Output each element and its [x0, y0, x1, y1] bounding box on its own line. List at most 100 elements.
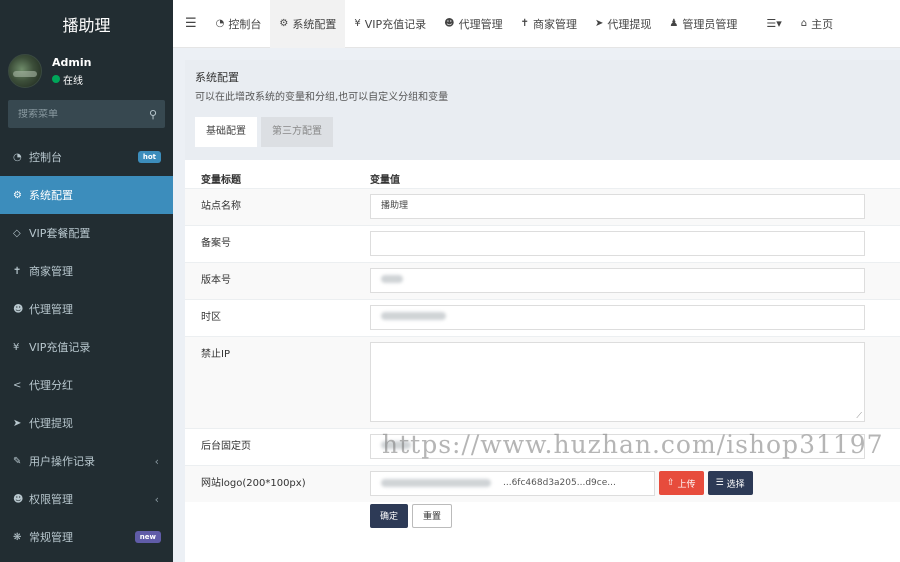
table-row: 后台固定页: [185, 427, 900, 465]
choose-label: 选择: [726, 479, 745, 490]
forbidden-ip-textarea[interactable]: [370, 341, 865, 422]
row-label: 后台固定页: [201, 440, 251, 452]
sidebar-item-vip-package[interactable]: ◇ VIP套餐配置: [0, 214, 173, 252]
arrow-circle-icon: ➤: [594, 18, 604, 29]
content-area: 系统配置 可以在此增改系统的变量和分组,也可以自定义分组和变量 基础配置 第三方…: [173, 48, 900, 562]
sidebar-item-label: 代理提现: [29, 417, 73, 430]
table-row: 版本号: [185, 261, 900, 299]
cogs-icon: ❋: [13, 531, 22, 543]
config-table: 变量标题 变量值 站点名称 播助理 备案号 版本号 时区 禁止IP ⟋ 后台固定…: [185, 160, 900, 528]
timezone-input[interactable]: [370, 304, 865, 330]
list-icon: ☰: [715, 478, 724, 488]
dashboard-icon: ◔: [13, 151, 22, 163]
tab-agent-withdraw[interactable]: ➤ 代理提现: [586, 0, 660, 48]
sidebar-item-label: 常规管理: [29, 531, 73, 544]
tab-vip-recharge[interactable]: ¥ VIP充值记录: [345, 0, 435, 48]
yen-icon: ¥: [354, 18, 361, 29]
user-panel: Admin 在线: [0, 48, 173, 94]
action-row: 确定 重置: [185, 502, 900, 528]
sidebar: 播助理 Admin 在线 ⚲ ◔ 控制台 hot ⚙ 系统配置 ◇ VIP套餐配…: [0, 0, 173, 562]
table-row: 网站logo(200*100px) ...6fc468d3a205...d9ce…: [185, 464, 900, 502]
table-row: 时区: [185, 298, 900, 336]
users-icon: ☻: [444, 18, 455, 29]
row-label: 站点名称: [201, 200, 241, 212]
page-description: 可以在此增改系统的变量和分组,也可以自定义分组和变量: [195, 92, 449, 103]
panel-header: 系统配置 可以在此增改系统的变量和分组,也可以自定义分组和变量 基础配置 第三方…: [185, 60, 900, 160]
sidebar-item-user-log[interactable]: ✎ 用户操作记录 ‹: [0, 442, 173, 480]
top-navbar: ☰ ◔ 控制台 ⚙ 系统配置 ¥ VIP充值记录 ☻ 代理管理 ✝ 商家管理 ➤ 代理提现 …: [173, 0, 900, 48]
shirt-icon: ✝: [13, 265, 22, 277]
logo-path-input[interactable]: ...6fc468d3a205...d9ce...: [370, 470, 655, 496]
tab-basic-config[interactable]: 基础配置: [195, 117, 257, 147]
tab-system-config[interactable]: ⚙ 系统配置: [270, 0, 346, 48]
sidebar-item-general[interactable]: ❋ 常规管理 new: [0, 518, 173, 556]
row-label: 版本号: [201, 274, 231, 286]
dashboard-icon: ◔: [215, 18, 225, 29]
chevron-left-icon: ‹: [154, 492, 159, 506]
row-label: 网站logo(200*100px): [201, 477, 306, 489]
tab-third-party-config[interactable]: 第三方配置: [261, 117, 333, 147]
sidebar-item-merchant[interactable]: ✝ 商家管理: [0, 252, 173, 290]
submit-button[interactable]: 确定: [370, 503, 409, 528]
blurred-value: [381, 275, 403, 283]
icp-number-input[interactable]: [370, 230, 865, 256]
blurred-value: [381, 479, 491, 487]
form-actions: 确定 重置: [370, 502, 865, 528]
sidebar-search: ⚲: [8, 100, 165, 128]
version-input[interactable]: [370, 267, 865, 293]
column-header-value: 变量值: [370, 175, 400, 187]
sidebar-item-agent[interactable]: ☻ 代理管理: [0, 290, 173, 328]
user-icon: ♟: [669, 18, 679, 29]
tab-dashboard[interactable]: ◔ 控制台: [207, 0, 271, 48]
sidebar-item-vip-recharge[interactable]: ¥ VIP充值记录: [0, 328, 173, 366]
sidebar-toggle-icon[interactable]: ☰: [173, 0, 207, 48]
table-row: 禁止IP: [185, 335, 900, 428]
shirt-icon: ✝: [520, 18, 529, 29]
more-dropdown[interactable]: ☰▾: [746, 0, 791, 48]
upload-button[interactable]: ⇧ 上传: [659, 471, 704, 495]
sidebar-item-agent-dividend[interactable]: < 代理分红: [0, 366, 173, 404]
tab-admin[interactable]: ♟ 管理员管理: [660, 0, 746, 48]
users-icon: ☻: [13, 303, 24, 315]
hot-badge: hot: [137, 151, 161, 163]
choose-button[interactable]: ☰ 选择: [707, 471, 753, 495]
home-link[interactable]: ⌂ 主页: [792, 0, 842, 48]
brand-title[interactable]: 播助理: [0, 0, 173, 48]
upload-icon: ⇧: [667, 478, 675, 488]
sidebar-item-system-config[interactable]: ⚙ 系统配置: [0, 176, 173, 214]
tab-agent[interactable]: ☻ 代理管理: [435, 0, 511, 48]
sidebar-item-permission[interactable]: ☻ 权限管理 ‹: [0, 480, 173, 518]
search-icon[interactable]: ⚲: [149, 108, 157, 121]
gear-icon: ⚙: [279, 18, 289, 29]
avatar: [8, 54, 42, 88]
sidebar-item-label: 商家管理: [29, 265, 73, 278]
arrow-circle-icon: ➤: [13, 417, 22, 429]
user-status: 在线: [52, 72, 91, 87]
sidebar-item-label: 代理分红: [29, 379, 73, 392]
tab-label: 商家管理: [532, 17, 577, 31]
sidebar-item-label: VIP充值记录: [29, 341, 91, 354]
sidebar-item-label: 控制台: [29, 151, 62, 164]
sidebar-item-agent-withdraw[interactable]: ➤ 代理提现: [0, 404, 173, 442]
logo-path-text: ...6fc468d3a205...d9ce...: [503, 478, 616, 488]
tab-label: 代理管理: [458, 17, 503, 31]
fixed-page-input[interactable]: [370, 433, 865, 459]
table-row: 备案号: [185, 224, 900, 262]
config-tabs: 基础配置 第三方配置: [195, 117, 890, 147]
sidebar-item-label: 用户操作记录: [29, 455, 95, 468]
yen-icon: ¥: [13, 341, 20, 353]
upload-label: 上传: [677, 479, 696, 490]
sidebar-item-dashboard[interactable]: ◔ 控制台 hot: [0, 138, 173, 176]
table-row: 站点名称 播助理: [185, 187, 900, 225]
tab-merchant[interactable]: ✝ 商家管理: [512, 0, 586, 48]
site-name-input[interactable]: 播助理: [370, 193, 865, 219]
sidebar-item-label: VIP套餐配置: [29, 227, 91, 240]
reset-button[interactable]: 重置: [412, 503, 453, 528]
sidebar-item-label: 代理管理: [29, 303, 73, 316]
search-input[interactable]: [18, 108, 128, 120]
share-icon: <: [13, 379, 22, 391]
row-label: 禁止IP: [201, 348, 230, 360]
new-badge: new: [134, 531, 161, 543]
chevron-left-icon: ‹: [154, 454, 159, 468]
user-status-label: 在线: [63, 75, 83, 87]
